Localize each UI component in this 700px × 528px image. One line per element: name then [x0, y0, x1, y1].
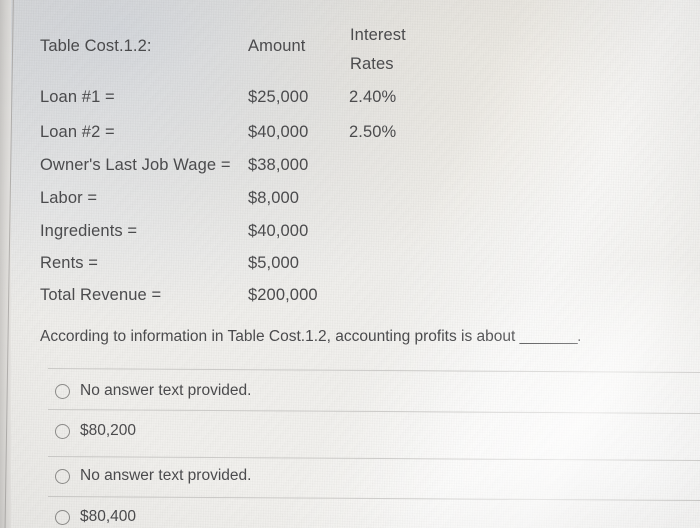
column-header-interest-rates-line2: Rates — [350, 55, 394, 73]
column-header-amount: Amount — [248, 37, 306, 55]
answer-option-label: No answer text provided. — [80, 382, 252, 399]
table-row-rate: 2.40% — [349, 88, 397, 106]
table-row-label: Total Revenue = — [40, 286, 162, 304]
table-row-amount: $8,000 — [248, 189, 300, 207]
question-prompt-text: According to information in Table Cost.1… — [40, 328, 520, 345]
radio-button-icon[interactable] — [55, 423, 70, 439]
table-title: Table Cost.1.2: — [40, 37, 152, 55]
option-divider — [47, 368, 700, 373]
table-row-label: Ingredients = — [40, 222, 138, 240]
table-row-label: Owner's Last Job Wage = — [40, 156, 231, 174]
table-row-amount: $40,000 — [248, 222, 309, 240]
answer-option-2[interactable]: $80,200 — [55, 420, 136, 442]
table-row-label: Labor = — [40, 189, 98, 207]
answer-option-label: $80,400 — [80, 508, 137, 525]
question-content: Table Cost.1.2: Amount Interest Rates Lo… — [0, 0, 700, 528]
answer-option-3[interactable]: No answer text provided. — [55, 465, 251, 487]
table-row-amount: $5,000 — [248, 254, 300, 272]
option-divider — [47, 496, 700, 501]
answer-option-1[interactable]: No answer text provided. — [55, 380, 251, 402]
option-divider — [47, 409, 700, 414]
answer-option-4[interactable]: $80,400 — [55, 506, 136, 528]
answer-option-label: No answer text provided. — [80, 467, 252, 484]
question-blank: _______ — [519, 328, 578, 345]
quiz-screenshot: Table Cost.1.2: Amount Interest Rates Lo… — [0, 0, 700, 528]
radio-button-icon[interactable] — [55, 383, 70, 399]
radio-button-icon[interactable] — [55, 468, 70, 484]
table-row-amount: $25,000 — [248, 88, 309, 106]
table-row-label: Loan #1 = — [40, 88, 115, 106]
table-row-label: Loan #2 = — [40, 123, 115, 141]
table-row-rate: 2.50% — [349, 123, 397, 141]
table-row-amount: $38,000 — [248, 156, 309, 174]
question-prompt: According to information in Table Cost.1… — [40, 328, 581, 346]
option-divider — [47, 456, 700, 461]
table-row-amount: $200,000 — [248, 286, 318, 304]
column-header-interest-rates-line1: Interest — [350, 26, 406, 44]
radio-button-icon[interactable] — [55, 509, 70, 525]
table-row-amount: $40,000 — [248, 123, 309, 141]
answer-option-label: $80,200 — [80, 422, 137, 439]
table-row-label: Rents = — [40, 254, 99, 272]
question-prompt-period: . — [577, 328, 582, 345]
